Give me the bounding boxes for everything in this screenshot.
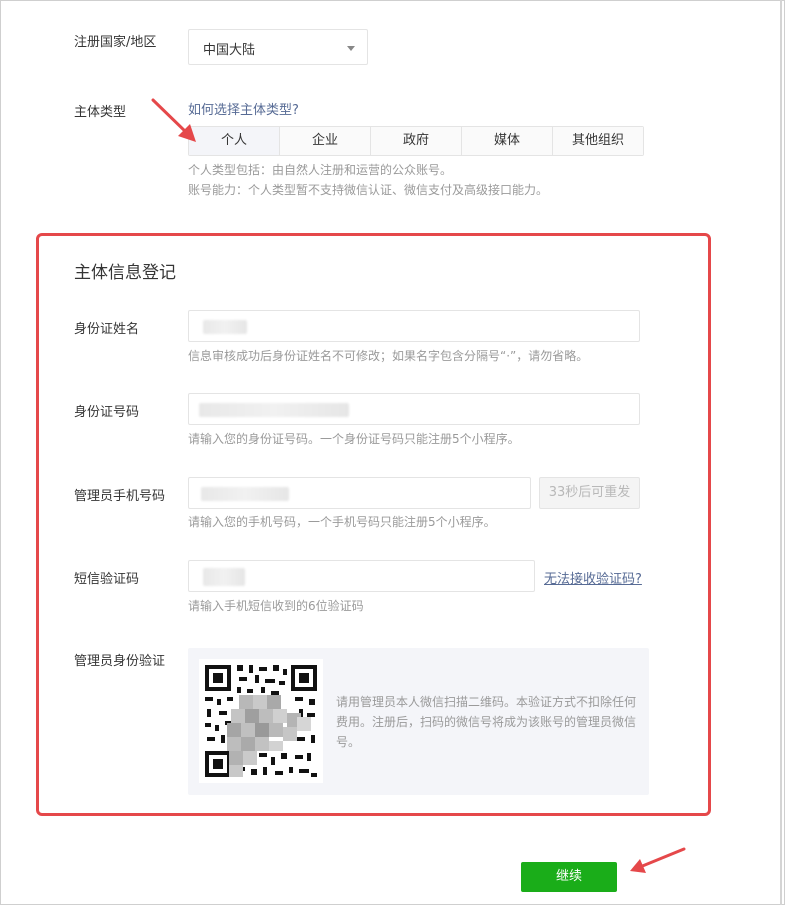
continue-button[interactable]: 继续	[521, 862, 617, 892]
phone-label: 管理员手机号码	[74, 489, 166, 504]
region-select-value: 中国大陆	[203, 43, 256, 58]
subject-type-desc-2: 账号能力：个人类型暂不支持微信认证、微信支付及高级接口能力。	[188, 183, 549, 197]
qr-code-icon	[199, 659, 323, 783]
subject-type-segmented-control: 个人 企业 政府 媒体 其他组织	[188, 126, 644, 156]
redacted-value	[203, 320, 247, 334]
phone-input[interactable]	[188, 477, 531, 509]
redacted-value	[201, 487, 289, 501]
annotation-arrow-icon	[151, 98, 196, 142]
region-select[interactable]: 中国大陆	[188, 29, 368, 65]
qr-instructions: 请用管理员本人微信扫描二维码。本验证方式不扣除任何费用。注册后，扫码的微信号将成…	[336, 695, 637, 749]
sms-code-input[interactable]	[188, 560, 535, 592]
id-name-input[interactable]	[188, 310, 640, 342]
caret-down-icon	[347, 46, 355, 51]
annotation-arrow-icon	[630, 847, 686, 873]
id-number-label: 身份证号码	[74, 405, 140, 420]
section-title: 主体信息登记	[74, 263, 176, 283]
sms-code-label: 短信验证码	[74, 572, 140, 587]
id-number-hint: 请输入您的身份证号码。一个身份证号码只能注册5个小程序。	[188, 432, 520, 446]
subject-type-option-other[interactable]: 其他组织	[552, 127, 643, 155]
sms-code-hint: 请输入手机短信收到的6位验证码	[188, 599, 364, 613]
subject-type-desc-1: 个人类型包括：由自然人注册和运营的公众账号。	[188, 163, 453, 177]
resend-code-button[interactable]: 33秒后可重发	[539, 477, 640, 509]
page-right-border	[780, 0, 782, 905]
redacted-value	[199, 403, 349, 417]
sms-help-link[interactable]: 无法接收验证码?	[544, 568, 642, 587]
subject-type-help-link[interactable]: 如何选择主体类型?	[188, 99, 299, 118]
id-number-input[interactable]	[188, 393, 640, 425]
subject-type-option-media[interactable]: 媒体	[461, 127, 552, 155]
phone-hint: 请输入您的手机号码，一个手机号码只能注册5个小程序。	[188, 515, 496, 529]
id-name-label: 身份证姓名	[74, 322, 140, 337]
admin-verify-label: 管理员身份验证	[74, 654, 166, 669]
subject-type-label: 主体类型	[74, 105, 127, 120]
qr-code	[199, 659, 323, 783]
qr-panel: 请用管理员本人微信扫描二维码。本验证方式不扣除任何费用。注册后，扫码的微信号将成…	[188, 648, 649, 795]
id-name-hint: 信息审核成功后身份证姓名不可修改；如果名字包含分隔号“·”，请勿省略。	[188, 349, 589, 363]
subject-type-option-government[interactable]: 政府	[370, 127, 461, 155]
subject-type-option-personal[interactable]: 个人	[189, 127, 279, 155]
subject-type-option-enterprise[interactable]: 企业	[279, 127, 370, 155]
region-label: 注册国家/地区	[74, 35, 157, 50]
redacted-value	[203, 568, 245, 586]
